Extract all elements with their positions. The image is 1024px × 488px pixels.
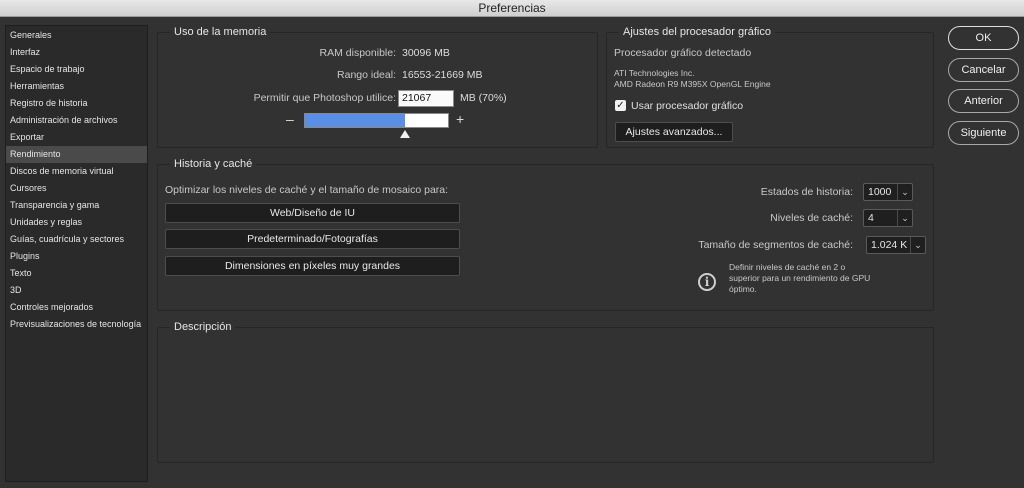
sidebar-item[interactable]: Previsualizaciones de tecnología: [6, 316, 147, 333]
gpu-model: AMD Radeon R9 M395X OpenGL Engine: [614, 79, 771, 89]
info-text-line-1: Definir niveles de caché en 2 o: [729, 262, 846, 272]
sidebar-item[interactable]: Plugins: [6, 248, 147, 265]
window-title: Preferencias: [0, 0, 1024, 17]
optimize-label: Optimizar los niveles de caché y el tama…: [165, 184, 449, 196]
cancel-button[interactable]: Cancelar: [948, 58, 1019, 82]
chevron-down-icon: ⌄: [897, 184, 912, 200]
sidebar-item[interactable]: Cursores: [6, 180, 147, 197]
sidebar-item[interactable]: Generales: [6, 27, 147, 44]
sidebar-item[interactable]: Controles mejorados: [6, 299, 147, 316]
sidebar-item[interactable]: Administración de archivos: [6, 112, 147, 129]
ram-value: 30096 MB: [402, 47, 450, 59]
sidebar-item[interactable]: Transparencia y gama: [6, 197, 147, 214]
history-cache-title: Historia y caché: [170, 158, 257, 171]
history-states-value: 1000: [868, 186, 892, 198]
memory-unit-label: MB (70%): [460, 92, 507, 104]
next-button[interactable]: Siguiente: [948, 121, 1019, 145]
ideal-range-label: Rango ideal:: [337, 69, 396, 81]
memory-slider-track[interactable]: [304, 113, 449, 128]
info-icon: i: [698, 273, 716, 291]
info-text-line-3: óptimo.: [729, 284, 757, 294]
allow-memory-label: Permitir que Photoshop utilice:: [253, 92, 396, 104]
sidebar-item[interactable]: Espacio de trabajo: [6, 61, 147, 78]
sidebar-list: Generales Interfaz Espacio de trabajo Herra…: [6, 26, 147, 333]
default-photos-button[interactable]: Predeterminado/Fotografías: [165, 229, 460, 249]
sidebar-item[interactable]: Texto: [6, 265, 147, 282]
chevron-down-icon: ⌄: [910, 237, 925, 253]
gpu-vendor: ATI Technologies Inc.: [614, 68, 695, 78]
cache-levels-value: 4: [868, 212, 874, 224]
sidebar-item[interactable]: Herramientas: [6, 78, 147, 95]
memory-slider-fill: [305, 114, 405, 127]
memory-increase-button[interactable]: +: [456, 111, 464, 127]
sidebar-item[interactable]: Rendimiento: [6, 146, 147, 163]
memory-slider-thumb[interactable]: [400, 130, 410, 138]
sidebar-item[interactable]: Interfaz: [6, 44, 147, 61]
memory-panel: Uso de la memoria RAM disponible: 30096 …: [157, 26, 598, 148]
sidebar-item[interactable]: Exportar: [6, 129, 147, 146]
huge-pixel-dimensions-button[interactable]: Dimensiones en píxeles muy grandes: [165, 256, 460, 276]
previous-button[interactable]: Anterior: [948, 89, 1019, 113]
description-panel: Descripción: [157, 321, 934, 463]
info-text-line-2: superior para un rendimiento de GPU: [729, 273, 871, 283]
gpu-panel-title: Ajustes del procesador gráfico: [619, 26, 775, 39]
web-ui-design-button[interactable]: Web/Diseño de IU: [165, 203, 460, 223]
cache-levels-select[interactable]: 4 ⌄: [863, 209, 913, 227]
gpu-panel: Ajustes del procesador gráfico Procesado…: [606, 26, 934, 148]
history-cache-panel: Historia y caché Optimizar los niveles d…: [157, 158, 934, 311]
memory-amount-input[interactable]: 21067: [398, 90, 454, 107]
memory-decrease-button[interactable]: –: [286, 111, 294, 127]
ideal-range-value: 16553-21669 MB: [402, 69, 483, 81]
ram-label: RAM disponible:: [319, 47, 396, 59]
use-gpu-checkbox[interactable]: ✓: [615, 100, 626, 111]
sidebar-item[interactable]: Discos de memoria virtual: [6, 163, 147, 180]
description-title: Descripción: [170, 321, 236, 334]
history-states-label: Estados de historia:: [760, 186, 853, 198]
ok-button[interactable]: OK: [948, 26, 1019, 50]
sidebar: Generales Interfaz Espacio de trabajo Herra…: [5, 25, 148, 482]
cache-levels-label: Niveles de caché:: [770, 212, 853, 224]
gpu-detected-label: Procesador gráfico detectado: [614, 47, 752, 59]
sidebar-item[interactable]: Unidades y reglas: [6, 214, 147, 231]
sidebar-item[interactable]: Guías, cuadrícula y sectores: [6, 231, 147, 248]
tile-size-label: Tamaño de segmentos de caché:: [698, 239, 853, 251]
memory-panel-title: Uso de la memoria: [170, 26, 271, 39]
tile-size-select[interactable]: 1.024 K ⌄: [866, 236, 926, 254]
use-gpu-label: Usar procesador gráfico: [631, 100, 744, 112]
tile-size-value: 1.024 K: [871, 239, 908, 251]
chevron-down-icon: ⌄: [897, 210, 912, 226]
sidebar-item[interactable]: 3D: [6, 282, 147, 299]
advanced-settings-button[interactable]: Ajustes avanzados...: [615, 122, 733, 142]
sidebar-item[interactable]: Registro de historia: [6, 95, 147, 112]
history-states-select[interactable]: 1000 ⌄: [863, 183, 913, 201]
